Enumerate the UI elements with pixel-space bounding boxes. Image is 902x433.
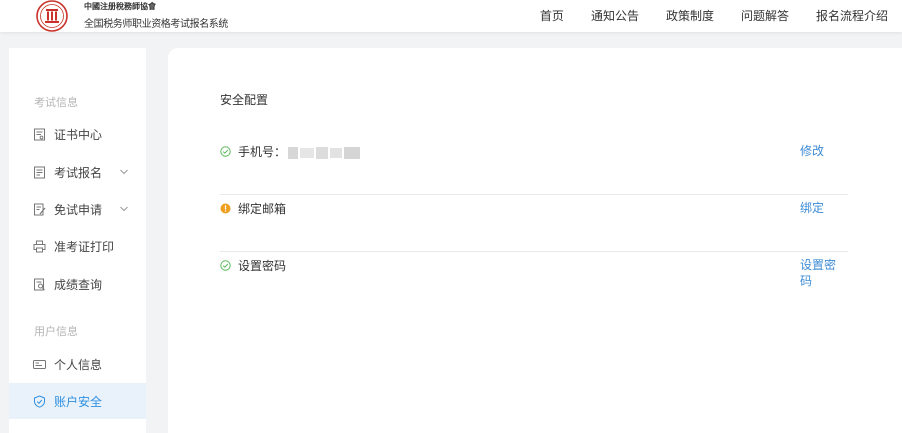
sidebar-item-score-query[interactable]: 成绩查询	[9, 266, 146, 302]
sidebar-item-label: 证书中心	[54, 127, 103, 142]
printer-icon	[33, 240, 46, 252]
shield-icon	[34, 394, 45, 408]
sidebar: 考试信息 证书中心 考试报名 免试申请 准考证打印 成绩查询 用户信息 个人信息…	[9, 48, 146, 433]
masked-phone-number	[288, 147, 360, 159]
nav-home[interactable]: 首页	[540, 7, 564, 24]
check-circle-icon	[220, 260, 231, 271]
sidebar-item-exam-registration[interactable]: 考试报名	[9, 154, 146, 190]
set-password-label: 设置密码	[238, 259, 287, 273]
top-header: 中國注册稅務師協會 全国税务师职业资格考试报名系统 首页 通知公告 政策制度 问…	[0, 0, 902, 32]
security-row-password: 设置密码 设置密码	[220, 252, 848, 309]
set-password-button[interactable]: 设置密码	[800, 257, 840, 289]
sidebar-item-admission-ticket-print[interactable]: 准考证打印	[9, 228, 146, 264]
nav-policies[interactable]: 政策制度	[666, 7, 714, 24]
nav-faq[interactable]: 问题解答	[741, 7, 789, 24]
sidebar-item-personal-info[interactable]: 个人信息	[9, 346, 146, 382]
bind-email-button[interactable]: 绑定	[800, 200, 840, 216]
security-row-phone: 手机号： 修改	[220, 138, 848, 195]
phone-label: 手机号：	[238, 145, 287, 159]
id-card-icon	[33, 359, 46, 369]
nav-registration-process[interactable]: 报名流程介绍	[816, 7, 888, 24]
certificate-icon	[34, 128, 45, 140]
sidebar-item-label: 免试申请	[54, 202, 103, 217]
sidebar-section-user-info: 用户信息	[34, 325, 78, 338]
sidebar-item-label: 成绩查询	[54, 277, 103, 292]
chevron-down-icon[interactable]	[119, 167, 129, 177]
nav-announcements[interactable]: 通知公告	[591, 7, 639, 24]
security-settings-panel: 安全配置 手机号： 修改 绑定邮箱 绑定 设置密码 设置密码	[168, 48, 902, 433]
sidebar-item-label: 考试报名	[54, 165, 103, 180]
top-nav: 首页 通知公告 政策制度 问题解答 报名流程介绍	[513, 0, 888, 30]
page-title: 安全配置	[220, 93, 269, 107]
warning-circle-icon	[220, 203, 231, 214]
exam-form-icon	[34, 166, 45, 178]
exemption-edit-icon	[34, 203, 46, 215]
sidebar-item-label: 个人信息	[54, 357, 103, 372]
sidebar-item-label: 账户安全	[54, 394, 103, 409]
sidebar-item-exemption-application[interactable]: 免试申请	[9, 191, 146, 227]
sidebar-section-exam-info: 考试信息	[34, 96, 78, 109]
sidebar-item-account-security[interactable]: 账户安全	[9, 383, 146, 419]
system-subtitle: 全国税务师职业资格考试报名系统	[84, 19, 228, 30]
chevron-down-icon[interactable]	[119, 204, 129, 214]
check-circle-icon	[220, 146, 231, 157]
score-search-icon	[34, 278, 45, 290]
association-emblem-icon[interactable]	[33, 0, 71, 32]
security-row-email: 绑定邮箱 绑定	[220, 195, 848, 252]
bind-email-label: 绑定邮箱	[238, 202, 287, 216]
sidebar-item-label: 准考证打印	[54, 239, 115, 254]
sidebar-item-certificates[interactable]: 证书中心	[9, 116, 146, 152]
association-name: 中國注册稅務師協會	[84, 1, 156, 11]
modify-phone-button[interactable]: 修改	[800, 143, 840, 159]
